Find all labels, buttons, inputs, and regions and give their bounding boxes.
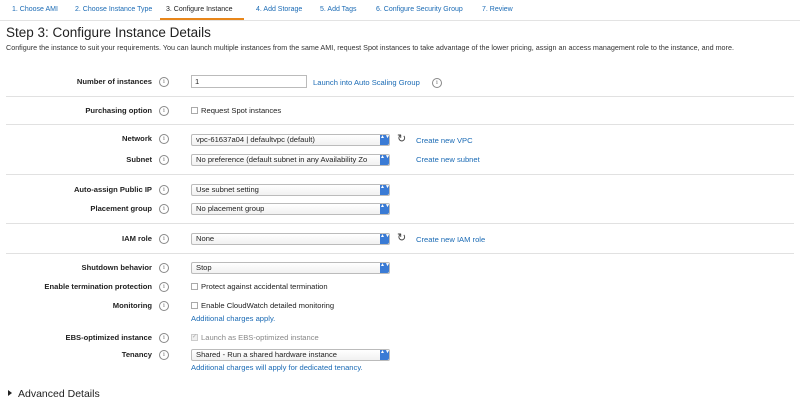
- subnet-select[interactable]: No preference (default subnet in any Ava…: [191, 154, 390, 166]
- monitoring-checkbox[interactable]: [191, 302, 198, 309]
- placement-label: Placement group: [90, 204, 152, 213]
- iam-select[interactable]: None ▲▼: [191, 233, 390, 245]
- shutdown-info-icon[interactable]: i: [159, 263, 169, 273]
- active-tab-indicator: [160, 18, 244, 20]
- shutdown-label: Shutdown behavior: [81, 263, 152, 272]
- iam-label: IAM role: [122, 234, 152, 243]
- ebs-checkbox: ✓: [191, 334, 198, 341]
- select-arrows-icon: ▲▼: [380, 263, 389, 273]
- network-select-value: vpc-61637a04 | defaultvpc (default): [196, 135, 315, 144]
- purchasing-info-icon[interactable]: i: [159, 106, 169, 116]
- separator: [6, 174, 794, 175]
- tab-review[interactable]: 7. Review: [482, 6, 513, 13]
- tab-choose-ami[interactable]: 1. Choose AMI: [12, 6, 58, 13]
- separator: [6, 223, 794, 224]
- tab-add-storage[interactable]: 4. Add Storage: [256, 6, 302, 13]
- tenancy-select-value: Shared - Run a shared hardware instance: [196, 350, 337, 359]
- tab-choose-instance-type[interactable]: 2. Choose Instance Type: [75, 6, 152, 13]
- instances-input[interactable]: 1: [191, 75, 307, 88]
- spot-checkbox[interactable]: [191, 107, 198, 114]
- create-subnet-link[interactable]: Create new subnet: [416, 155, 480, 164]
- public-ip-select-value: Use subnet setting: [196, 185, 259, 194]
- public-ip-label: Auto-assign Public IP: [73, 185, 152, 194]
- auto-scaling-info-icon[interactable]: i: [432, 78, 442, 88]
- public-ip-select[interactable]: Use subnet setting ▲▼: [191, 184, 390, 196]
- select-arrows-icon: ▲▼: [380, 135, 389, 145]
- purchasing-label: Purchasing option: [85, 106, 152, 115]
- ebs-label: EBS-optimized instance: [65, 333, 153, 342]
- public-ip-info-icon[interactable]: i: [159, 185, 169, 195]
- placement-select-value: No placement group: [196, 204, 265, 213]
- refresh-network-icon[interactable]: ↻: [397, 134, 408, 145]
- iam-info-icon[interactable]: i: [159, 234, 169, 244]
- separator: [6, 253, 794, 254]
- page-intro: Configure the instance to suit your requ…: [6, 43, 734, 52]
- select-arrows-icon: ▲▼: [380, 350, 389, 360]
- tenancy-charges-link[interactable]: Additional charges will apply for dedica…: [191, 363, 363, 372]
- termination-checkbox-label: Protect against accidental termination: [201, 282, 328, 291]
- shutdown-select[interactable]: Stop ▲▼: [191, 262, 390, 274]
- create-iam-role-link[interactable]: Create new IAM role: [416, 235, 485, 244]
- tab-configure-instance[interactable]: 3. Configure Instance: [166, 6, 233, 13]
- spot-checkbox-label: Request Spot instances: [201, 106, 282, 115]
- instances-info-icon[interactable]: i: [159, 77, 169, 87]
- separator: [6, 96, 794, 97]
- select-arrows-icon: ▲▼: [380, 155, 389, 165]
- termination-checkbox[interactable]: [191, 283, 198, 290]
- monitoring-info-icon[interactable]: i: [159, 301, 169, 311]
- expand-triangle-icon: [8, 390, 12, 396]
- refresh-iam-icon[interactable]: ↻: [397, 233, 408, 244]
- monitoring-charges-link[interactable]: Additional charges apply.: [191, 314, 275, 323]
- auto-scaling-link[interactable]: Launch into Auto Scaling Group: [313, 78, 420, 87]
- select-arrows-icon: ▲▼: [380, 204, 389, 214]
- subnet-info-icon[interactable]: i: [159, 155, 169, 165]
- network-select[interactable]: vpc-61637a04 | defaultvpc (default) ▲▼: [191, 134, 390, 146]
- subnet-select-value: No preference (default subnet in any Ava…: [196, 155, 368, 164]
- subnet-label: Subnet: [126, 155, 152, 164]
- instances-label: Number of instances: [76, 77, 152, 86]
- placement-info-icon[interactable]: i: [159, 204, 169, 214]
- ebs-info-icon[interactable]: i: [159, 333, 169, 343]
- monitoring-checkbox-label: Enable CloudWatch detailed monitoring: [201, 301, 335, 310]
- select-arrows-icon: ▲▼: [380, 185, 389, 195]
- page-title: Step 3: Configure Instance Details: [6, 25, 211, 40]
- placement-select[interactable]: No placement group ▲▼: [191, 203, 390, 215]
- monitoring-label: Monitoring: [112, 301, 152, 310]
- advanced-details-label: Advanced Details: [18, 388, 100, 400]
- create-vpc-link[interactable]: Create new VPC: [416, 136, 473, 145]
- termination-label: Enable termination protection: [44, 282, 152, 291]
- advanced-details-toggle[interactable]: Advanced Details: [8, 388, 100, 400]
- shutdown-select-value: Stop: [196, 263, 212, 272]
- tenancy-select[interactable]: Shared - Run a shared hardware instance …: [191, 349, 390, 361]
- ebs-checkbox-label: Launch as EBS-optimized instance: [201, 333, 319, 342]
- termination-info-icon[interactable]: i: [159, 282, 169, 292]
- tenancy-info-icon[interactable]: i: [159, 350, 169, 360]
- iam-select-value: None: [196, 234, 215, 243]
- tab-configure-security-group[interactable]: 6. Configure Security Group: [376, 6, 463, 13]
- separator: [6, 124, 794, 125]
- tenancy-label: Tenancy: [121, 350, 152, 359]
- wizard-tabs: 1. Choose AMI 2. Choose Instance Type 3.…: [0, 0, 800, 21]
- network-label: Network: [122, 134, 152, 143]
- tab-add-tags[interactable]: 5. Add Tags: [320, 6, 356, 13]
- network-info-icon[interactable]: i: [159, 134, 169, 144]
- select-arrows-icon: ▲▼: [380, 234, 389, 244]
